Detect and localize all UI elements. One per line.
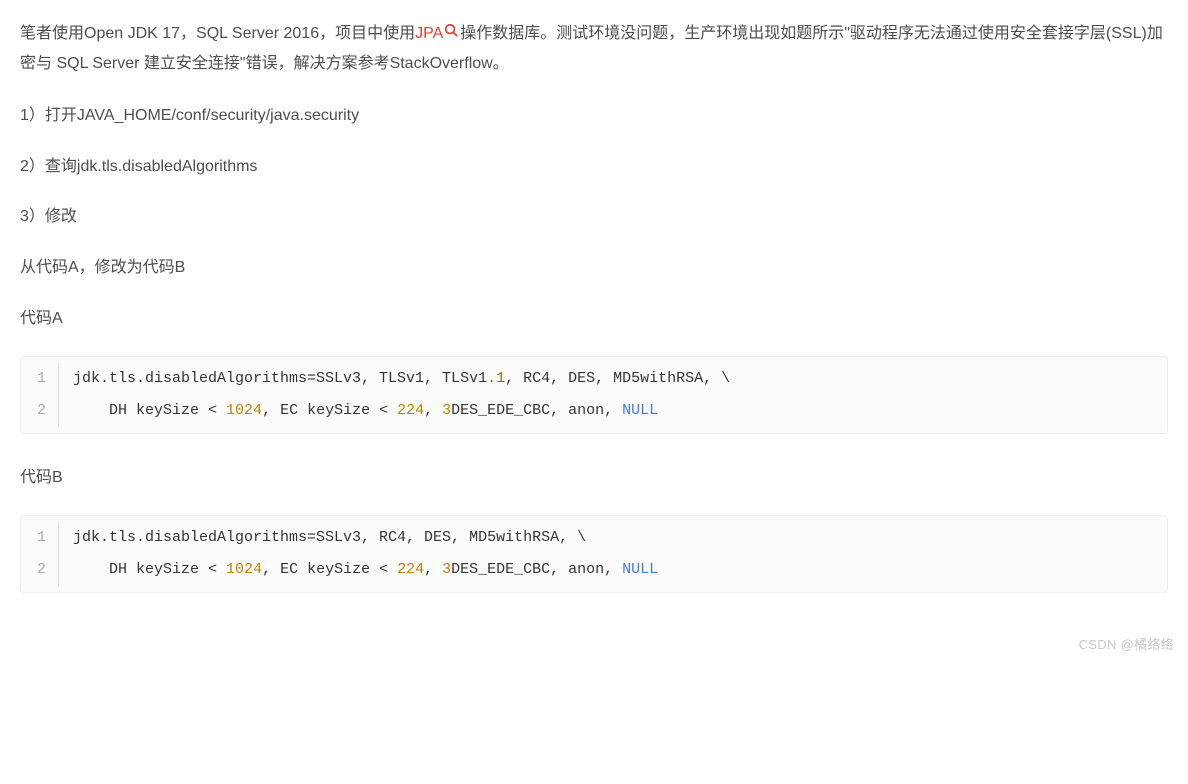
code-block-b: 1 jdk.tls.disabledAlgorithms=SSLv3, RC4,… xyxy=(20,515,1168,593)
code-content: DH keySize < 1024, EC keySize < 224, 3DE… xyxy=(59,554,658,586)
line-number: 2 xyxy=(21,395,59,427)
code-line: 2 DH keySize < 1024, EC keySize < 224, 3… xyxy=(21,395,1167,433)
code-line: 2 DH keySize < 1024, EC keySize < 224, 3… xyxy=(21,554,1167,592)
line-number: 2 xyxy=(21,554,59,586)
code-content: jdk.tls.disabledAlgorithms=SSLv3, RC4, D… xyxy=(59,522,586,554)
change-note: 从代码A，修改为代码B xyxy=(20,254,1168,283)
intro-text-1: 笔者使用Open JDK 17，SQL Server 2016，项目中使用 xyxy=(20,25,415,42)
intro-paragraph: 笔者使用Open JDK 17，SQL Server 2016，项目中使用JPA… xyxy=(20,18,1168,80)
jpa-link[interactable]: JPA xyxy=(415,25,443,42)
line-number: 1 xyxy=(21,522,59,554)
code-block-a: 1 jdk.tls.disabledAlgorithms=SSLv3, TLSv… xyxy=(20,356,1168,434)
code-a-label: 代码A xyxy=(20,305,1168,334)
code-b-label: 代码B xyxy=(20,464,1168,493)
code-content: DH keySize < 1024, EC keySize < 224, 3DE… xyxy=(59,395,658,427)
code-line: 1 jdk.tls.disabledAlgorithms=SSLv3, RC4,… xyxy=(21,516,1167,554)
line-number: 1 xyxy=(21,363,59,395)
step-2: 2）查询jdk.tls.disabledAlgorithms xyxy=(20,153,1168,182)
search-icon[interactable] xyxy=(444,18,458,32)
step-3: 3）修改 xyxy=(20,203,1168,232)
code-line: 1 jdk.tls.disabledAlgorithms=SSLv3, TLSv… xyxy=(21,357,1167,395)
step-1: 1）打开JAVA_HOME/conf/security/java.securit… xyxy=(20,102,1168,131)
code-content: jdk.tls.disabledAlgorithms=SSLv3, TLSv1,… xyxy=(59,363,730,395)
watermark: CSDN @橘络络 xyxy=(1079,633,1174,656)
